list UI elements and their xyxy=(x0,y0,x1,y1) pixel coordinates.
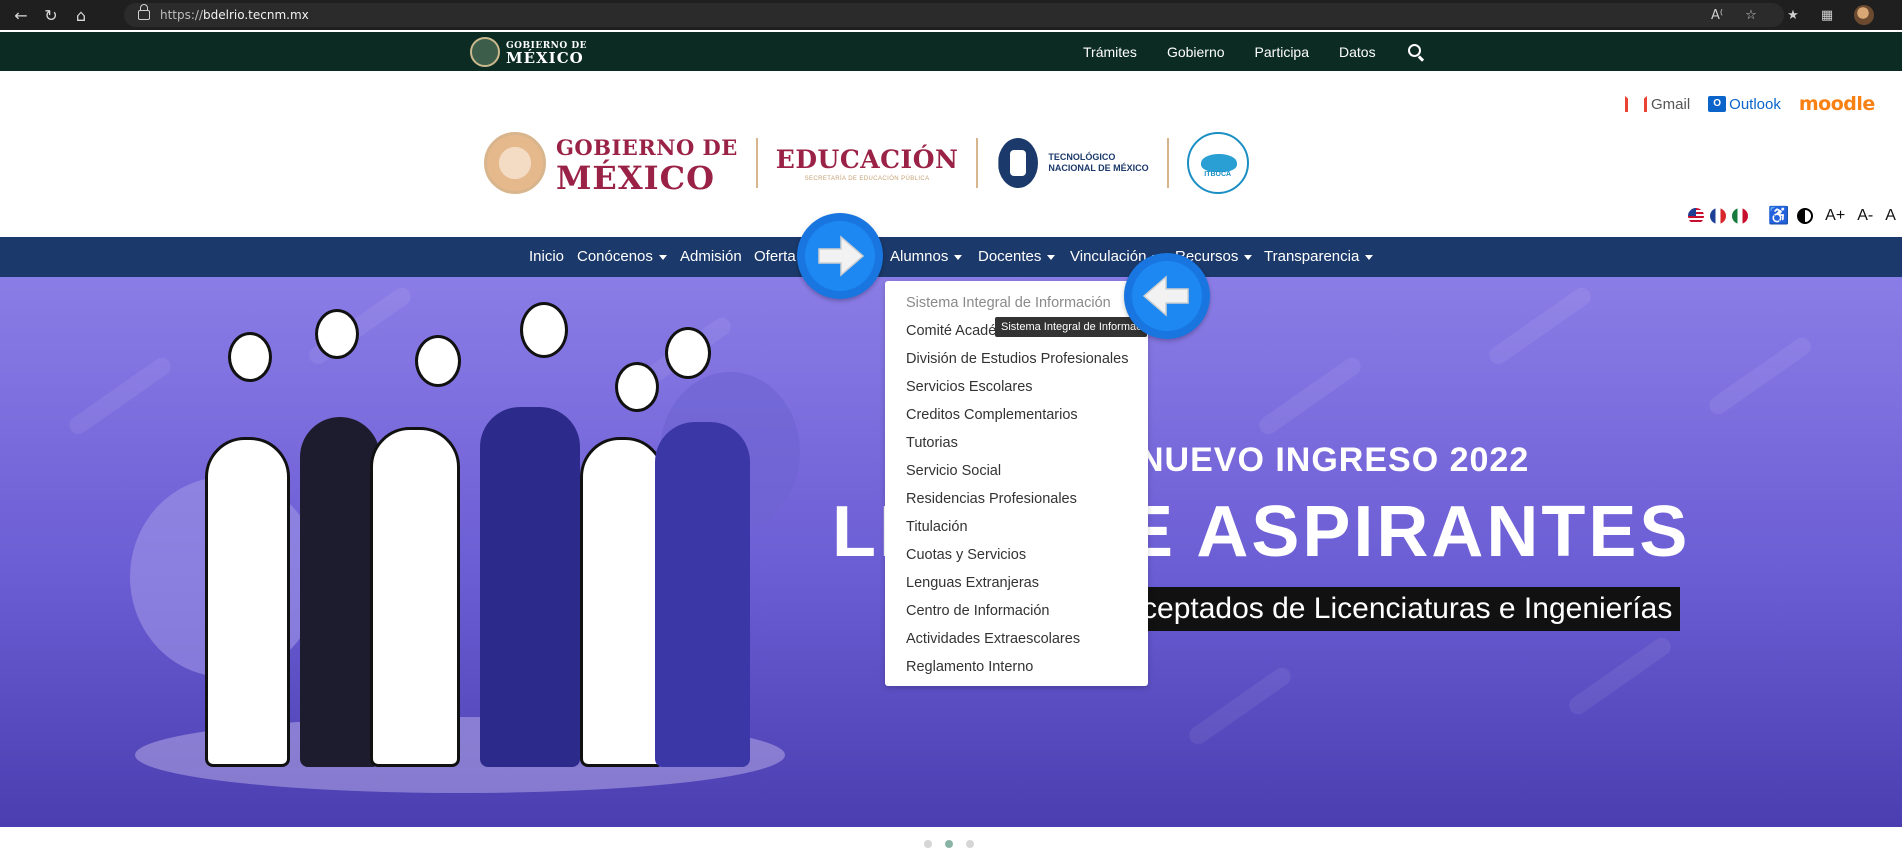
back-arrow-icon[interactable]: ← xyxy=(6,0,36,30)
url-text: https://bdelrio.tecnm.mx xyxy=(160,8,309,22)
contrast-icon[interactable] xyxy=(1797,208,1814,224)
nav-item-transparencia[interactable]: Transparencia xyxy=(1264,237,1374,277)
gobierno-top-bar: GOBIERNO DE MÉXICO Trámites Gobierno Par… xyxy=(0,32,1902,71)
nav-item-admision[interactable]: Admisión xyxy=(680,237,742,277)
nav-item-conocenos[interactable]: Conócenos xyxy=(577,237,667,277)
dropdown-item-division-estudios[interactable]: División de Estudios Profesionales xyxy=(885,345,1148,373)
gob-link-gobierno[interactable]: Gobierno xyxy=(1167,44,1225,60)
caret-down-icon xyxy=(954,254,963,260)
dropdown-item-reglamento[interactable]: Reglamento Interno xyxy=(885,653,1148,681)
outlook-link[interactable]: O Outlook xyxy=(1708,96,1781,113)
carousel-dot-active[interactable] xyxy=(945,840,953,848)
font-decrease-button[interactable]: A- xyxy=(1857,207,1873,225)
hero-title-line1: NUEVO INGRESO 2022 xyxy=(1139,441,1530,479)
lock-icon xyxy=(138,4,150,20)
nav-item-alumnos[interactable]: Alumnos xyxy=(890,237,963,277)
carousel-dot[interactable] xyxy=(966,840,974,848)
right-arrow-icon xyxy=(797,213,883,299)
institution-logos: GOBIERNO DE MÉXICO EDUCACIÓN SECRETARÍA … xyxy=(484,128,1249,198)
flag-us-icon[interactable] xyxy=(1688,208,1704,224)
outlook-icon: O xyxy=(1708,96,1727,112)
favorites-icon[interactable]: ★ xyxy=(1776,0,1810,30)
dropdown-item-creditos-complementarios[interactable]: Creditos Complementarios xyxy=(885,401,1148,429)
collections-icon[interactable]: ▦ xyxy=(1810,0,1844,30)
flag-france-icon[interactable] xyxy=(1710,208,1726,224)
dropdown-item-servicio-social[interactable]: Servicio Social xyxy=(885,457,1148,485)
address-bar[interactable]: https://bdelrio.tecnm.mx xyxy=(124,3,1784,27)
gob-link-tramites[interactable]: Trámites xyxy=(1083,44,1137,60)
carousel-indicators xyxy=(924,840,987,848)
hero-subtitle: Aceptados de Licenciaturas e Ingenierías xyxy=(1108,587,1680,631)
nav-item-oferta[interactable]: Oferta xyxy=(754,237,796,277)
gob-link-participa[interactable]: Participa xyxy=(1255,44,1309,60)
profile-avatar[interactable] xyxy=(1854,5,1874,25)
dropdown-item-residencias[interactable]: Residencias Profesionales xyxy=(885,485,1148,513)
dropdown-item-tutorias[interactable]: Tutorias xyxy=(885,429,1148,457)
logo-divider xyxy=(1166,138,1169,188)
caret-down-icon xyxy=(1047,254,1056,260)
font-increase-button[interactable]: A+ xyxy=(1825,207,1845,225)
gmail-link[interactable]: Gmail xyxy=(1625,96,1690,113)
gob-link-datos[interactable]: Datos xyxy=(1339,44,1376,60)
browser-toolbar: ← ↻ ⌂ https://bdelrio.tecnm.mx A⁽ ☆ ★ ▦ xyxy=(0,0,1902,30)
gob-logo-line2: MÉXICO xyxy=(506,49,584,67)
national-seal-icon xyxy=(470,37,500,67)
dropdown-item-centro-informacion[interactable]: Centro de Información xyxy=(885,597,1148,625)
gmail-icon xyxy=(1625,96,1647,112)
carousel-dot[interactable] xyxy=(924,840,932,848)
tecnm-logo-icon xyxy=(996,134,1040,192)
alumnos-dropdown-menu: Sistema Integral de Información Comité A… xyxy=(885,281,1148,686)
read-aloud-icon[interactable]: A⁽ xyxy=(1700,0,1734,30)
dropdown-item-cuotas[interactable]: Cuotas y Servicios xyxy=(885,541,1148,569)
accessibility-tools: ♿ A+ A- A xyxy=(1688,206,1896,226)
dropdown-item-servicios-escolares[interactable]: Servicios Escolares xyxy=(885,373,1148,401)
caret-down-icon xyxy=(1244,254,1253,260)
tecnm-logo-text: TECNOLÓGICO NACIONAL DE MÉXICO xyxy=(1048,152,1149,173)
font-reset-button[interactable]: A xyxy=(1885,207,1896,225)
dropdown-item-sistema-integral[interactable]: Sistema Integral de Información xyxy=(885,289,1148,317)
itboca-logo: ITBOCA xyxy=(1186,132,1249,194)
educacion-logo: EDUCACIÓN SECRETARÍA DE EDUCACIÓN PÚBLIC… xyxy=(775,144,959,182)
favorite-add-icon[interactable]: ☆ xyxy=(1734,0,1768,30)
caret-down-icon xyxy=(1365,254,1374,260)
gobierno-logo: GOBIERNO DE MÉXICO xyxy=(556,135,738,197)
home-icon[interactable]: ⌂ xyxy=(66,0,96,30)
nav-item-docentes[interactable]: Docentes xyxy=(978,237,1056,277)
refresh-icon[interactable]: ↻ xyxy=(36,0,66,30)
left-arrow-icon xyxy=(1124,253,1210,339)
dropdown-item-titulacion[interactable]: Titulación xyxy=(885,513,1148,541)
flag-mexico-icon[interactable] xyxy=(1732,208,1748,224)
moodle-link[interactable]: moodle xyxy=(1799,93,1875,115)
nav-item-inicio[interactable]: Inicio xyxy=(529,237,564,277)
gobierno-seal-icon xyxy=(484,132,546,194)
logo-divider xyxy=(755,138,758,188)
dropdown-item-lenguas[interactable]: Lenguas Extranjeras xyxy=(885,569,1148,597)
gobierno-logo-small[interactable]: GOBIERNO DE MÉXICO xyxy=(470,37,587,67)
search-icon[interactable] xyxy=(1408,44,1421,57)
dropdown-item-actividades[interactable]: Actividades Extraescolares xyxy=(885,625,1148,653)
logo-divider xyxy=(976,138,979,188)
site-header: Gmail O Outlook moodle GOBIERNO DE MÉXIC… xyxy=(0,71,1902,237)
caret-down-icon xyxy=(658,254,667,260)
accessibility-icon[interactable]: ♿ xyxy=(1768,206,1789,226)
main-navigation: Inicio Conócenos Admisión Oferta Alumnos… xyxy=(0,237,1902,277)
